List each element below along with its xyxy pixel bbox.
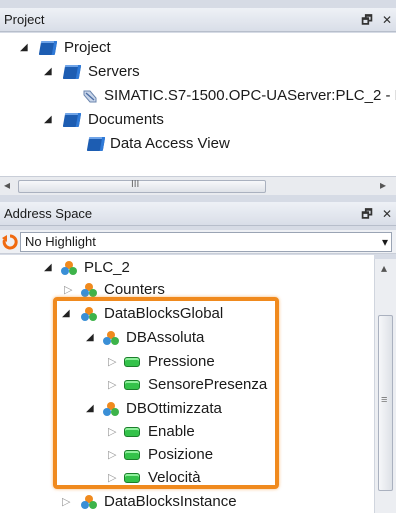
close-icon[interactable]: ✕ (382, 13, 392, 27)
collapsed-arrow-icon[interactable]: ▷ (62, 491, 70, 513)
horizontal-scrollbar[interactable]: ◂ III ▸ (0, 176, 396, 195)
highlight-toolbar: No Highlight ▾ (0, 230, 396, 254)
expand-arrow-icon[interactable]: ◢ (44, 257, 52, 279)
expand-arrow-icon[interactable]: ◢ (62, 303, 70, 325)
scroll-left-icon[interactable]: ◂ (4, 178, 10, 192)
tree-label: Posizione (148, 446, 214, 463)
expand-arrow-icon[interactable]: ◢ (20, 37, 28, 59)
vertical-scrollbar[interactable]: ▴ ≡ (374, 259, 396, 513)
tree-label: DBOttimizzata (126, 400, 222, 417)
folder-icon (62, 65, 82, 79)
folder-icon (62, 113, 82, 127)
tree-label: PLC_2 (84, 259, 130, 276)
tree-label: Documents (88, 111, 164, 128)
variable-icon (124, 473, 140, 483)
highlight-select-value: No Highlight (25, 234, 96, 249)
variable-icon (124, 450, 140, 460)
scroll-up-icon[interactable]: ▴ (381, 261, 387, 275)
scroll-grip-icon: ≡ (381, 394, 388, 406)
address-space-title: Address Space (4, 206, 93, 221)
scroll-thumb[interactable]: ≡ (378, 315, 393, 491)
expand-arrow-icon[interactable]: ◢ (44, 109, 52, 131)
chevron-down-icon[interactable]: ▾ (382, 233, 388, 251)
object-node-icon (103, 331, 119, 345)
collapsed-arrow-icon[interactable]: ▷ (108, 351, 116, 373)
collapsed-arrow-icon[interactable]: ▷ (108, 374, 116, 396)
project-panel-title: Project (4, 12, 45, 27)
folder-icon (38, 41, 58, 55)
tree-label: SensorePresenza (148, 376, 268, 393)
tree-label: Project (64, 39, 111, 56)
object-node-icon (81, 283, 97, 297)
collapsed-arrow-icon[interactable]: ▷ (108, 421, 116, 443)
expand-arrow-icon[interactable]: ◢ (86, 398, 94, 420)
expand-arrow-icon[interactable]: ◢ (86, 327, 94, 349)
object-node-icon (103, 402, 119, 416)
scroll-right-icon[interactable]: ▸ (380, 178, 386, 192)
tree-node-server-item[interactable]: SIMATIC.S7-1500.OPC-UAServer:PLC_2 - N (82, 85, 396, 107)
folder-icon (86, 137, 106, 151)
tree-label: DataBlocksInstance (104, 493, 237, 510)
tree-label: Data Access View (110, 135, 230, 152)
tree-label: Pressione (148, 353, 215, 370)
tree-label: Counters (104, 281, 165, 298)
refresh-icon[interactable] (2, 234, 18, 250)
tree-label: DataBlocksGlobal (104, 305, 224, 322)
collapsed-arrow-icon[interactable]: ▷ (64, 279, 72, 301)
highlight-select[interactable]: No Highlight ▾ (20, 232, 392, 252)
collapsed-arrow-icon[interactable]: ▷ (108, 444, 116, 466)
close-icon[interactable]: ✕ (382, 207, 392, 221)
variable-icon (124, 427, 140, 437)
pin-icon[interactable]: 🗗 (361, 207, 372, 221)
project-tree: ◢ Project ◢ Servers SIMATIC.S7-1500.OPC-… (0, 33, 396, 176)
address-space-panel-header: Address Space 🗗 ✕ (0, 202, 396, 226)
server-connection-icon (83, 90, 97, 103)
object-node-icon (61, 261, 77, 275)
tree-label: SIMATIC.S7-1500.OPC-UAServer:PLC_2 - N (104, 87, 396, 104)
address-space-tree: ◢ PLC_2 ▷ Counters ◢ DataBlocksGlobal ◢ (0, 255, 374, 513)
tree-label: Servers (88, 63, 140, 80)
collapsed-arrow-icon[interactable]: ▷ (108, 467, 116, 489)
scroll-thumb[interactable]: III (18, 179, 266, 193)
tree-label: Velocità (148, 469, 201, 486)
scroll-grip-icon: III (131, 179, 140, 190)
tree-label: Enable (148, 423, 195, 440)
object-node-icon (81, 307, 97, 321)
project-panel-header: Project 🗗 ✕ (0, 8, 396, 32)
pin-icon[interactable]: 🗗 (361, 13, 372, 27)
variable-icon (124, 380, 140, 390)
expand-arrow-icon[interactable]: ◢ (44, 61, 52, 83)
tree-label: DBAssoluta (126, 329, 205, 346)
variable-icon (124, 357, 140, 367)
object-node-icon (81, 495, 97, 509)
